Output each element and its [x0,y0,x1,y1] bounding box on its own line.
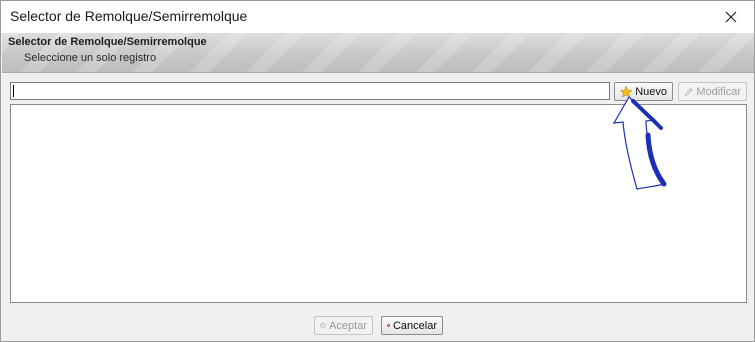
accept-button-label: Aceptar [329,319,367,332]
title-bar[interactable]: Selector de Remolque/Semirremolque [1,1,754,33]
pencil-icon [684,87,693,96]
header-subtitle: Seleccione un solo registro [24,52,157,64]
dialog-header: Selector de Remolque/Semirremolque Selec… [2,33,754,73]
accept-button[interactable]: Aceptar [314,316,373,335]
close-icon [725,11,737,23]
new-button-label: Nuevo [635,85,667,98]
records-list[interactable] [10,104,747,303]
star-icon [620,85,633,98]
cancel-button[interactable]: Cancelar [381,316,443,335]
header-title: Selector de Remolque/Semirremolque [8,36,207,48]
new-button[interactable]: Nuevo [614,82,673,101]
search-input[interactable] [10,82,610,100]
text-caret [13,85,14,97]
cancel-circle-icon [387,324,390,327]
close-button[interactable] [708,1,754,33]
edit-button[interactable]: Modificar [678,82,747,101]
edit-button-label: Modificar [696,85,741,98]
selector-dialog: Selector de Remolque/Semirremolque Selec… [0,0,755,342]
window-title: Selector de Remolque/Semirremolque [10,8,248,24]
check-circle-icon [320,322,326,329]
cancel-button-label: Cancelar [392,319,437,332]
